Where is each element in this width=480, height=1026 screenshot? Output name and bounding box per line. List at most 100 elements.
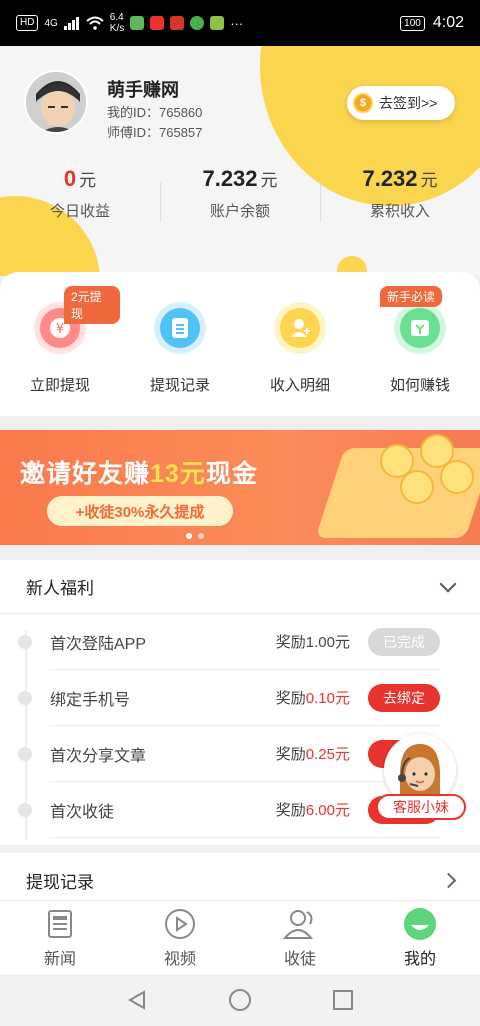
benefit-reward: 奖励0.25元 bbox=[276, 743, 350, 764]
benefit-name: 绑定手机号 bbox=[50, 691, 131, 709]
play-icon bbox=[163, 907, 197, 941]
action-income-details[interactable]: 收入明细 bbox=[240, 272, 360, 416]
stat-today-income[interactable]: 0元 今日收益 bbox=[0, 166, 160, 226]
banner-title-suffix: 现金 bbox=[205, 460, 258, 488]
benefit-name: 首次登陆APP bbox=[50, 635, 147, 653]
reward-prefix: 奖励 bbox=[275, 746, 306, 763]
stat-unit: 元 bbox=[260, 171, 278, 190]
recents-icon[interactable] bbox=[332, 989, 354, 1011]
wallet-icon bbox=[394, 302, 446, 354]
reward-amount: 6.00元 bbox=[305, 802, 350, 819]
system-nav-bar bbox=[0, 974, 480, 1026]
tab-news[interactable]: 新闻 bbox=[0, 901, 120, 974]
timeline-dot bbox=[18, 746, 32, 761]
tab-video[interactable]: 视频 bbox=[120, 901, 240, 974]
action-how-to-earn[interactable]: 新手必读 如何赚钱 bbox=[360, 272, 480, 416]
records-title: 提现记录 bbox=[26, 873, 94, 892]
banner-title-highlight: 13元 bbox=[150, 460, 206, 488]
banner-title-prefix: 邀请好友赚 bbox=[20, 460, 151, 488]
timeline-dot bbox=[18, 802, 32, 817]
action-withdraw-records[interactable]: 提现记录 bbox=[120, 272, 240, 416]
badge: 新手必读 bbox=[380, 286, 443, 307]
app-notify-icon bbox=[130, 16, 145, 30]
clock: 4:02 bbox=[432, 14, 464, 31]
customer-service-float[interactable]: 客服小妹 bbox=[374, 734, 468, 826]
coin-icon bbox=[440, 460, 474, 494]
invite-banner[interactable]: 邀请好友赚13元现金 +收徒30%永久提成 bbox=[0, 430, 480, 545]
tab-label: 我的 bbox=[403, 951, 436, 968]
stat-account-balance[interactable]: 7.232 元 账户余额 bbox=[160, 166, 320, 226]
reward-prefix: 奖励 bbox=[275, 690, 306, 707]
carousel-dot[interactable] bbox=[198, 533, 204, 539]
users-icon bbox=[283, 907, 317, 941]
wifi-icon bbox=[86, 16, 104, 30]
benefit-done-button[interactable]: 已完成 bbox=[368, 627, 440, 656]
hd-indicator: HD bbox=[16, 15, 39, 31]
benefit-reward: 奖励0.10元 bbox=[276, 687, 350, 708]
tab-label: 视频 bbox=[163, 951, 196, 968]
banner-pill: +收徒30%永久提成 bbox=[47, 496, 233, 526]
chevron-down-icon[interactable] bbox=[439, 575, 457, 592]
benefit-name: 首次分享文章 bbox=[50, 747, 147, 765]
status-bar: HD 4G 6.4 K/s ··· 100 4:02 bbox=[0, 0, 480, 46]
home-icon[interactable] bbox=[228, 988, 252, 1012]
svg-text:¥: ¥ bbox=[56, 322, 64, 337]
action-label: 如何赚钱 bbox=[389, 377, 450, 394]
document-icon bbox=[154, 302, 206, 354]
stat-unit: 元 bbox=[420, 171, 438, 190]
stat-value: 0 bbox=[63, 166, 77, 191]
battery-icon: 100 bbox=[400, 15, 425, 31]
user-add-icon bbox=[274, 302, 326, 354]
back-icon[interactable] bbox=[126, 989, 148, 1011]
reward-prefix: 奖励 bbox=[275, 802, 306, 819]
coin-icon bbox=[400, 470, 434, 504]
app-notify-icon bbox=[210, 16, 225, 30]
network-label: 4G bbox=[44, 17, 58, 29]
app-notify-icon bbox=[150, 16, 165, 30]
action-label: 立即提现 bbox=[29, 377, 90, 394]
profile-icon bbox=[403, 907, 437, 941]
stat-value: 7.232 bbox=[362, 166, 418, 191]
action-label: 提现记录 bbox=[149, 377, 210, 394]
benefit-row: 绑定手机号 奖励0.10元 去绑定 bbox=[18, 670, 440, 726]
app-notify-icon bbox=[170, 16, 185, 30]
more-notifications-icon: ··· bbox=[230, 15, 244, 31]
benefits-header[interactable]: 新人福利 bbox=[0, 560, 480, 614]
reward-prefix: 奖励 bbox=[275, 634, 306, 651]
username: 萌手赚网 bbox=[107, 80, 179, 100]
reward-amount: 0.25元 bbox=[305, 746, 350, 763]
benefit-reward: 奖励6.00元 bbox=[276, 799, 350, 820]
my-id: 我的ID：765860 bbox=[107, 105, 203, 120]
signal-icon bbox=[63, 17, 79, 30]
net-speed: 6.4 K/s bbox=[110, 12, 124, 34]
tab-label: 新闻 bbox=[43, 951, 76, 968]
tab-mine[interactable]: 我的 bbox=[360, 901, 480, 974]
news-icon bbox=[43, 907, 77, 941]
timeline-dot bbox=[18, 634, 32, 649]
badge: 2元提现 bbox=[64, 286, 120, 324]
customer-service-label: 客服小妹 bbox=[376, 794, 466, 820]
benefit-row: 首次登陆APP 奖励1.00元 已完成 bbox=[18, 614, 440, 670]
reward-amount: 1.00元 bbox=[305, 634, 350, 651]
bind-phone-button[interactable]: 去绑定 bbox=[368, 683, 440, 712]
stat-label: 账户余额 bbox=[209, 203, 270, 220]
quick-actions: 2元提现 ¥ 立即提现 提现记录 收入明细 新手必读 如何赚钱 bbox=[0, 272, 480, 416]
tab-label: 收徒 bbox=[283, 951, 316, 968]
avatar[interactable] bbox=[24, 70, 88, 134]
signin-label: 去签到>> bbox=[379, 95, 438, 111]
avatar-image bbox=[26, 72, 86, 132]
stat-label: 今日收益 bbox=[49, 203, 110, 220]
master-id: 师傅ID：765857 bbox=[107, 125, 203, 140]
earnings-stats: 0元 今日收益 7.232 元 账户余额 7.232 元 累积收入 bbox=[0, 166, 480, 226]
benefit-reward: 奖励1.00元 bbox=[276, 631, 350, 652]
bottom-tab-bar: 新闻 视频 收徒 我的 bbox=[0, 900, 480, 974]
reward-amount: 0.10元 bbox=[305, 690, 350, 707]
net-speed-value: 6.4 bbox=[109, 12, 124, 23]
timeline-dot bbox=[18, 690, 32, 705]
carousel-dot[interactable] bbox=[186, 533, 192, 539]
signin-button[interactable]: $ 去签到>> bbox=[347, 86, 455, 120]
tab-recruit[interactable]: 收徒 bbox=[240, 901, 360, 974]
action-withdraw-now[interactable]: 2元提现 ¥ 立即提现 bbox=[0, 272, 120, 416]
stat-total-income[interactable]: 7.232 元 累积收入 bbox=[320, 166, 480, 226]
carousel-dots bbox=[186, 533, 204, 539]
